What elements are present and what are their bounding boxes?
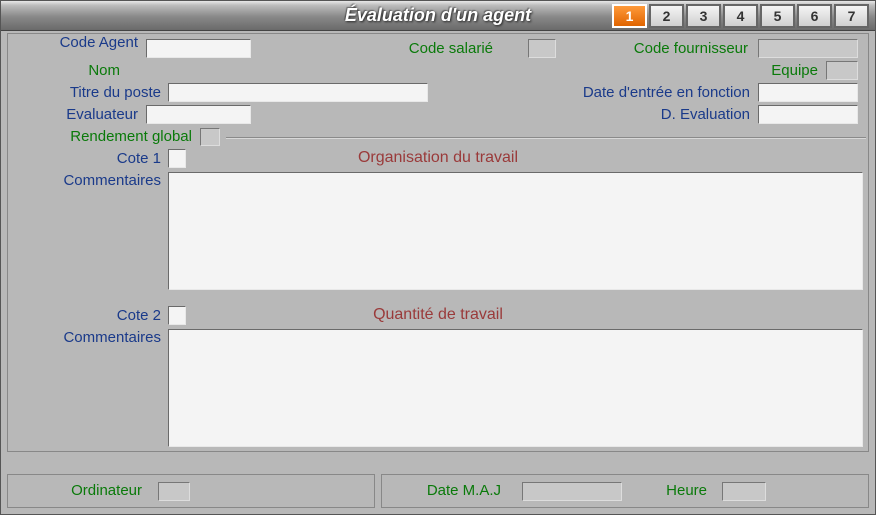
tab-3[interactable]: 3 [686, 4, 721, 28]
display-date-maj [522, 482, 622, 501]
footer: Ordinateur Date M.A.J Heure [7, 474, 869, 508]
label-commentaires2: Commentaires [0, 329, 161, 346]
tab-4[interactable]: 4 [723, 4, 758, 28]
label-d-evaluation: D. Evaluation [538, 106, 750, 123]
input-titre-poste[interactable] [168, 83, 428, 102]
label-rendement-global: Rendement global [8, 128, 192, 145]
label-ordinateur: Ordinateur [8, 482, 142, 499]
input-date-entree[interactable] [758, 83, 858, 102]
label-code-salarie: Code salarié [308, 40, 493, 57]
label-code-agent: Code Agent [8, 34, 138, 51]
input-evaluateur[interactable] [146, 105, 251, 124]
display-code-salarie [528, 39, 556, 58]
footer-panel-left: Ordinateur [7, 474, 375, 508]
input-code-agent[interactable] [146, 39, 251, 58]
textarea-commentaires1[interactable] [168, 172, 863, 290]
display-code-fournisseur [758, 39, 858, 58]
display-heure [722, 482, 766, 501]
label-code-fournisseur: Code fournisseur [563, 40, 748, 57]
input-d-evaluation[interactable] [758, 105, 858, 124]
main-panel: Code Agent Code salarié Code fournisseur… [7, 33, 869, 452]
label-commentaires1: Commentaires [0, 172, 161, 189]
title-bar: Évaluation d'un agent 1 2 3 4 5 6 7 [1, 1, 875, 31]
label-cote1: Cote 1 [8, 150, 161, 167]
label-evaluateur: Evaluateur [8, 106, 138, 123]
section2-title: Quantité de travail [268, 306, 608, 324]
label-cote2: Cote 2 [8, 307, 161, 324]
content-area: Code Agent Code salarié Code fournisseur… [1, 31, 875, 514]
input-cote1[interactable] [168, 149, 186, 168]
tab-1[interactable]: 1 [612, 4, 647, 28]
input-cote2[interactable] [168, 306, 186, 325]
display-ordinateur [158, 482, 190, 501]
page-tabs: 1 2 3 4 5 6 7 [612, 4, 869, 28]
tab-7[interactable]: 7 [834, 4, 869, 28]
textarea-commentaires2[interactable] [168, 329, 863, 447]
tab-5[interactable]: 5 [760, 4, 795, 28]
divider-line [226, 137, 866, 139]
label-titre-poste: Titre du poste [8, 84, 161, 101]
footer-panel-right: Date M.A.J Heure [381, 474, 869, 508]
evaluation-window: Évaluation d'un agent 1 2 3 4 5 6 7 Code… [0, 0, 876, 515]
label-nom: Nom [8, 62, 120, 79]
section1-title: Organisation du travail [268, 149, 608, 167]
label-heure: Heure [627, 482, 707, 499]
tab-6[interactable]: 6 [797, 4, 832, 28]
display-equipe [826, 61, 858, 80]
tab-2[interactable]: 2 [649, 4, 684, 28]
display-rendement-global [200, 128, 220, 146]
label-equipe: Equipe [708, 62, 818, 79]
label-date-entree: Date d'entrée en fonction [458, 84, 750, 101]
label-date-maj: Date M.A.J [382, 482, 501, 499]
